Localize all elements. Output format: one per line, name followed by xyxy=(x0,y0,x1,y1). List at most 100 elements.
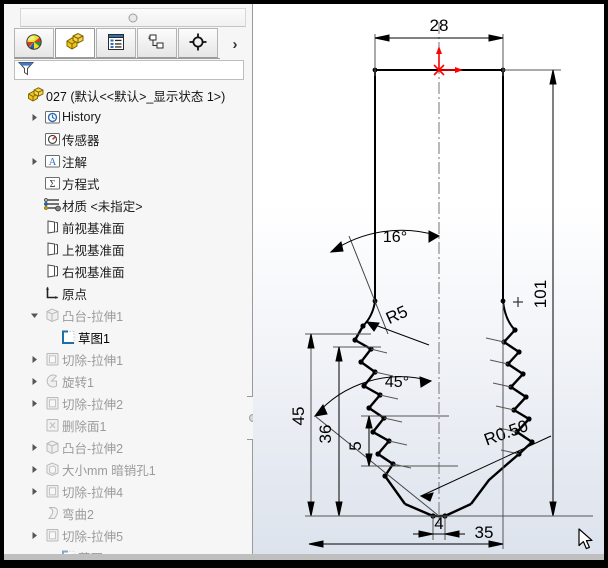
tree-item[interactable]: 凸台-拉伸2 xyxy=(4,436,252,458)
dim-label-5: 5 xyxy=(346,441,365,450)
tree-item[interactable]: 大小mm 暗销孔1 xyxy=(4,458,252,480)
tab-strip-baseline xyxy=(14,58,220,59)
material-icon xyxy=(42,197,62,213)
left-serrated-edge xyxy=(353,325,406,505)
tree-item-label: 旋转1 xyxy=(62,375,94,390)
panel-top-splitter[interactable] xyxy=(20,8,246,27)
tree-expand-arrow-icon[interactable] xyxy=(26,355,42,364)
tree-expand-arrow-icon[interactable] xyxy=(26,113,42,122)
window-bottom-edge xyxy=(4,554,604,560)
dim-label-28: 28 xyxy=(430,16,449,35)
svg-text:A: A xyxy=(48,157,56,168)
tree-item[interactable]: 切除-拉伸5 xyxy=(4,524,252,546)
hole-wizard-icon xyxy=(42,461,62,477)
dim-label-r050: R0.50 xyxy=(482,416,531,449)
configuration-tree-icon xyxy=(147,33,167,54)
tree-item[interactable]: A 注解 xyxy=(4,150,252,172)
part-blocks-icon xyxy=(26,87,46,103)
tree-expand-arrow-icon[interactable] xyxy=(26,157,42,166)
tree-item-label: 材质 <未指定> xyxy=(62,199,143,214)
tab-display-manager[interactable] xyxy=(14,28,54,58)
tab-configuration-manager[interactable] xyxy=(137,28,177,58)
tree-item[interactable]: History xyxy=(4,106,252,128)
equations-icon: Σ xyxy=(42,175,62,191)
graphics-area[interactable]: 28 16° R5 45° R0.50 101 45 36 5 4 35 xyxy=(253,4,604,554)
tree-item-label: 切除-拉伸5 xyxy=(62,529,124,544)
delete-face-icon xyxy=(42,417,62,433)
sketch-drawing: 28 16° R5 45° R0.50 101 45 36 5 4 35 xyxy=(289,16,593,549)
left-relation-marks xyxy=(370,348,412,469)
flex-bend-icon xyxy=(42,505,62,521)
color-sphere-icon xyxy=(24,32,44,55)
tree-item[interactable]: 传感器 xyxy=(4,128,252,150)
tree-item[interactable]: Σ 方程式 xyxy=(4,172,252,194)
tree-item-label: 方程式 xyxy=(62,177,100,192)
cut-extrude-icon xyxy=(42,527,62,543)
tree-item-label: 大小mm 暗销孔1 xyxy=(62,463,156,478)
tree-item[interactable]: 旋转1 xyxy=(4,370,252,392)
property-list-icon xyxy=(106,33,126,54)
dim-5 xyxy=(361,415,458,467)
tree-root-part[interactable]: 027 (默认<<默认>_显示状态 1>) xyxy=(4,84,252,106)
yellow-blocks-icon xyxy=(64,32,86,55)
tab-property-manager[interactable] xyxy=(96,28,136,58)
cut-extrude-icon xyxy=(42,395,62,411)
tab-feature-manager-design-tree[interactable] xyxy=(55,28,95,58)
mouse-pointer-icon xyxy=(578,528,596,555)
tree-item-label: History xyxy=(62,110,101,124)
origin-marker xyxy=(433,46,463,76)
tree-item-label: 注解 xyxy=(62,155,88,170)
dim-label-36: 36 xyxy=(316,425,335,444)
tree-expand-arrow-icon[interactable] xyxy=(26,377,42,386)
tree-item[interactable]: 原点 xyxy=(4,282,252,304)
tree-expand-arrow-icon[interactable] xyxy=(26,399,42,408)
cut-extrude-icon xyxy=(42,351,62,367)
tree-expand-arrow-icon[interactable] xyxy=(26,465,42,474)
tree-item[interactable]: 草图11 xyxy=(4,546,252,554)
dim-label-4: 4 xyxy=(434,514,443,533)
tree-item[interactable]: 删除面1 xyxy=(4,414,252,436)
tree-filter-input[interactable] xyxy=(14,60,244,80)
tree-item[interactable]: 草图1 xyxy=(4,326,252,348)
tree-item-label: 弯曲2 xyxy=(62,507,94,522)
solidworks-window: › 027 (默认<<默认>_显示状态 1>) History 传感器 A 注解… xyxy=(0,0,608,568)
tree-item[interactable]: 前视基准面 xyxy=(4,216,252,238)
dim-r5 xyxy=(365,321,430,346)
tree-item-label: 凸台-拉伸2 xyxy=(62,441,124,456)
tree-item[interactable]: 弯曲2 xyxy=(4,502,252,524)
dim-label-16deg: 16° xyxy=(383,229,407,246)
tree-item-label: 删除面1 xyxy=(62,419,107,434)
profile-right-fillet xyxy=(502,300,516,331)
filter-funnel-icon xyxy=(17,60,35,80)
tree-item-label: 凸台-拉伸1 xyxy=(62,309,124,324)
dim-label-35: 35 xyxy=(475,523,494,542)
tree-item[interactable]: 切除-拉伸1 xyxy=(4,348,252,370)
boss-extrude-icon xyxy=(42,307,62,323)
tab-dimxpert-manager[interactable] xyxy=(178,28,218,58)
tree-item-label: 传感器 xyxy=(62,133,100,148)
tree-item[interactable]: 上视基准面 xyxy=(4,238,252,260)
tree-item-label: 前视基准面 xyxy=(62,221,125,236)
design-tree[interactable]: 027 (默认<<默认>_显示状态 1>) History 传感器 A 注解 Σ 方程式材… xyxy=(4,84,252,554)
tree-item[interactable]: 切除-拉伸2 xyxy=(4,392,252,414)
plane-icon xyxy=(42,219,62,235)
panel-grip-dot[interactable] xyxy=(128,13,138,22)
origin-icon xyxy=(42,285,62,301)
tree-item[interactable]: 切除-拉伸4 xyxy=(4,480,252,502)
tree-expand-arrow-icon[interactable] xyxy=(26,531,42,540)
history-icon xyxy=(42,109,62,125)
tree-expand-arrow-icon[interactable] xyxy=(26,487,42,496)
revolve-icon xyxy=(42,373,62,389)
tree-expand-arrow-icon[interactable] xyxy=(26,443,42,452)
manager-tab-strip: › xyxy=(14,28,244,59)
tree-item[interactable]: 凸台-拉伸1 xyxy=(4,304,252,326)
annotations-icon: A xyxy=(42,153,62,169)
tree-item[interactable]: 右视基准面 xyxy=(4,260,252,282)
tree-item-label: 右视基准面 xyxy=(62,265,125,280)
tree-expand-arrow-icon[interactable] xyxy=(26,311,42,320)
dim-label-45: 45 xyxy=(289,407,308,426)
tree-item[interactable]: 材质 <未指定> xyxy=(4,194,252,216)
cut-extrude-icon xyxy=(42,483,62,499)
more-tabs-chevron-icon[interactable]: › xyxy=(224,32,246,56)
dim-label-45deg: 45° xyxy=(385,374,409,391)
